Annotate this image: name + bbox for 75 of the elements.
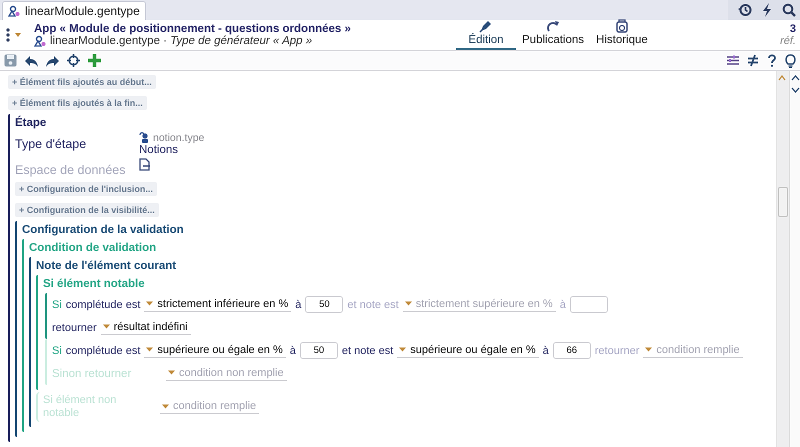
text-label: à [295,298,302,310]
caret-icon [146,301,154,306]
property-label: Espace de données [15,162,127,177]
text-label: à [290,344,296,356]
text-label: à [560,298,566,310]
reference-value[interactable]: Notions [139,144,204,156]
share-arrow-icon [545,18,561,34]
reference-label: réf. [780,35,796,47]
search-icon[interactable] [782,3,796,17]
caret-icon [399,347,406,352]
pen-icon [478,18,494,34]
add-button[interactable]: + Élément fils ajoutés à la fin... [8,96,147,110]
archive-clock-icon [614,18,630,34]
reference-type: notion.type [153,132,204,144]
document-subtitle: linearModule.gentype · Type de générateur « App » [50,35,312,47]
caret-icon [162,404,169,408]
lightbulb-icon[interactable] [785,54,796,68]
document-title: App « Module de positionnement - questions ordonnées » [34,23,351,35]
more-icon[interactable] [6,28,10,42]
chevron-up-icon[interactable] [790,75,800,81]
section-title: Étape [15,114,46,131]
text-label: retourner [52,322,97,334]
reference-count: 3 [790,23,796,35]
keyword-label: Si [52,298,62,310]
dropdown[interactable]: résultat indéfini [100,320,191,334]
dropdown[interactable]: supérieure ou égale en % [144,344,286,358]
scroll-up-icon[interactable] [778,75,786,81]
view-tab[interactable]: Historique [590,20,654,50]
section-title: Configuration de la validation [22,223,184,238]
keyword-label: Si [52,344,62,356]
text-label: complétude est [66,344,140,356]
dropdown[interactable]: strictement inférieure en % [144,298,292,312]
bust-icon [139,132,149,144]
chevron-down-icon[interactable] [790,87,800,93]
number-field[interactable]: 66 [552,342,591,359]
lightning-icon[interactable] [761,3,773,17]
sliders-icon[interactable] [727,55,739,66]
caret-icon[interactable] [14,32,22,38]
target-icon[interactable] [67,54,80,67]
section-title: Si élément notable [43,277,145,292]
caret-icon [404,301,412,306]
add-button[interactable]: + Configuration de la visibilité... [15,203,159,217]
section-title: Condition de validation [29,241,156,256]
caret-icon [168,370,175,375]
scrollbar-thumb[interactable] [778,187,788,217]
file-tab[interactable]: linearModule.gentype [2,1,146,20]
not-equal-icon[interactable] [747,54,759,67]
property-label: Type d'étape [15,136,88,151]
text-label: et note est [347,298,399,310]
help-icon[interactable] [767,54,777,67]
document-arrow-icon[interactable] [139,158,150,171]
text-label: complétude est [66,298,140,310]
number-field[interactable]: 50 [305,296,344,313]
text-label: retourner [594,344,640,356]
caret-icon [102,324,110,329]
number-field[interactable]: 50 [300,342,338,359]
save-icon[interactable] [4,54,17,67]
text-label: et note est [342,344,394,356]
caret-icon [146,347,154,352]
section-title: Note de l'élément courant [36,259,176,274]
history-icon[interactable] [738,3,752,17]
undo-icon[interactable] [25,54,38,66]
add-button[interactable]: + Configuration de l'inclusion... [15,182,157,196]
caret-icon [645,347,652,352]
shapes-icon [34,35,46,47]
add-button[interactable]: + Élément fils ajoutés au début... [8,75,156,89]
number-field[interactable] [570,296,608,313]
redo-icon[interactable] [46,54,59,66]
text-label: à [542,344,549,356]
add-icon[interactable] [88,54,101,67]
dropdown[interactable]: supérieure ou égale en % [397,344,539,358]
text-label: Sinon retourner [52,368,132,380]
condition-label: Si élément non notable [43,394,118,420]
view-tab[interactable]: Publications [516,20,590,50]
shapes-icon [8,5,20,17]
